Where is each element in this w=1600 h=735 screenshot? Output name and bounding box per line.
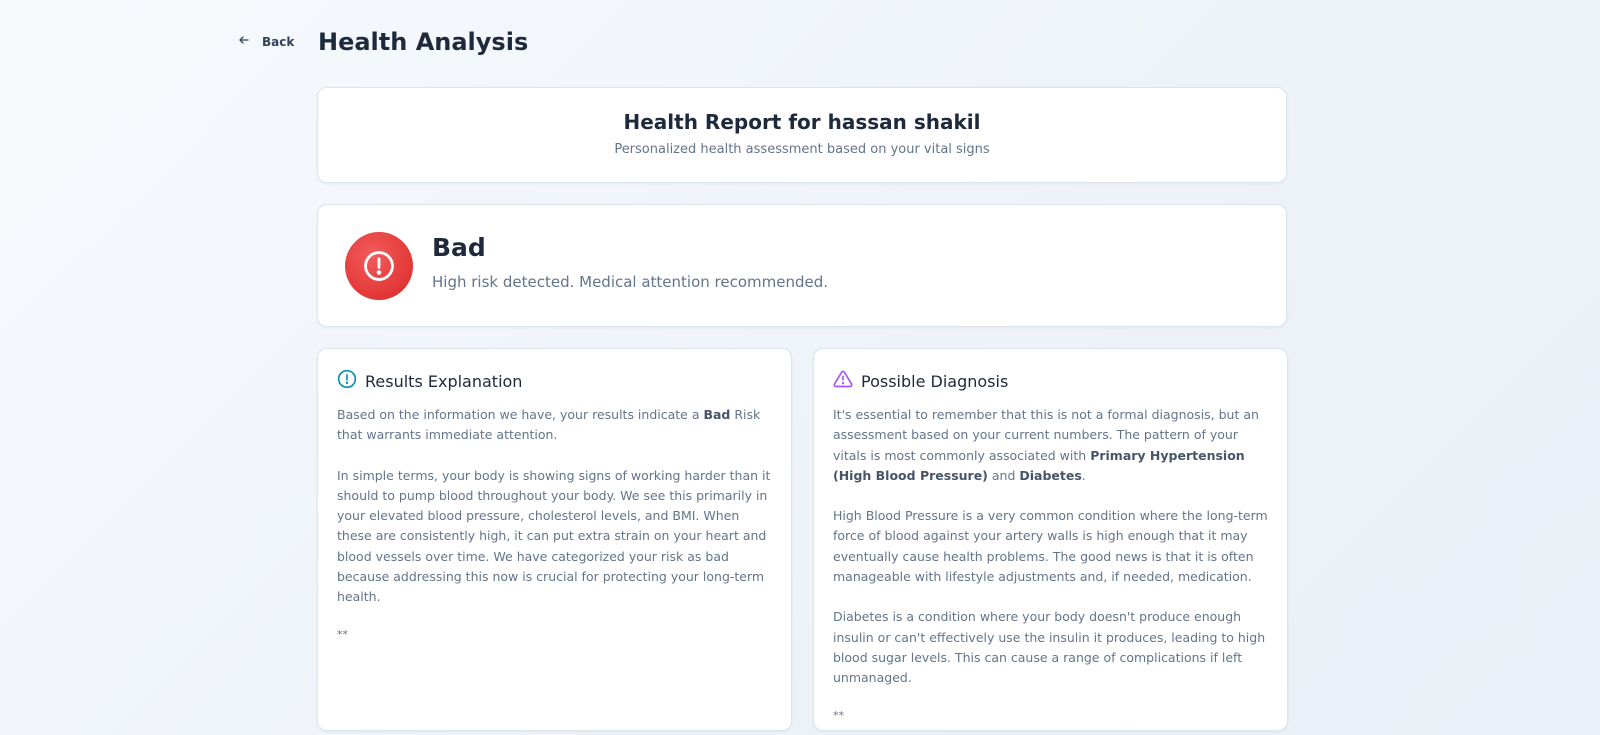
diagnosis-paragraph-3: Diabetes is a condition where your body … <box>833 609 1266 686</box>
risk-status-card: Bad High risk detected. Medical attentio… <box>317 204 1287 327</box>
health-analysis-page: Back Health Analysis Health Report for h… <box>0 0 1600 735</box>
possible-diagnosis-panel: Possible Diagnosis It's essential to rem… <box>813 348 1288 731</box>
risk-status-label: Bad <box>432 233 486 262</box>
warning-triangle-icon <box>833 369 853 393</box>
report-title: Health Report for hassan shakil <box>623 110 981 134</box>
risk-status-description: High risk detected. Medical attention re… <box>432 273 829 291</box>
results-footer-marker: ** <box>337 627 348 641</box>
results-explanation-title: Results Explanation <box>365 371 523 391</box>
page-title: Health Analysis <box>318 28 529 56</box>
diagnosis-footer-marker: ** <box>833 708 844 722</box>
report-subtitle: Personalized health assessment based on … <box>614 142 990 157</box>
results-paragraph-2: In simple terms, your body is showing si… <box>337 467 771 605</box>
info-circle-icon <box>337 369 357 393</box>
alert-circle-icon <box>345 232 413 300</box>
diagnosis-paragraph-1: It's essential to remember that this is … <box>833 407 1259 483</box>
diagnosis-paragraph-2: High Blood Pressure is a very common con… <box>833 508 1268 585</box>
results-explanation-panel: Results Explanation Based on the informa… <box>317 348 792 731</box>
report-header-card: Health Report for hassan shakil Personal… <box>317 87 1287 183</box>
arrow-left-icon <box>238 34 250 49</box>
possible-diagnosis-title: Possible Diagnosis <box>861 371 1009 391</box>
back-button[interactable]: Back <box>238 34 294 49</box>
back-label: Back <box>262 34 295 49</box>
results-paragraph-1: Based on the information we have, your r… <box>337 407 761 443</box>
